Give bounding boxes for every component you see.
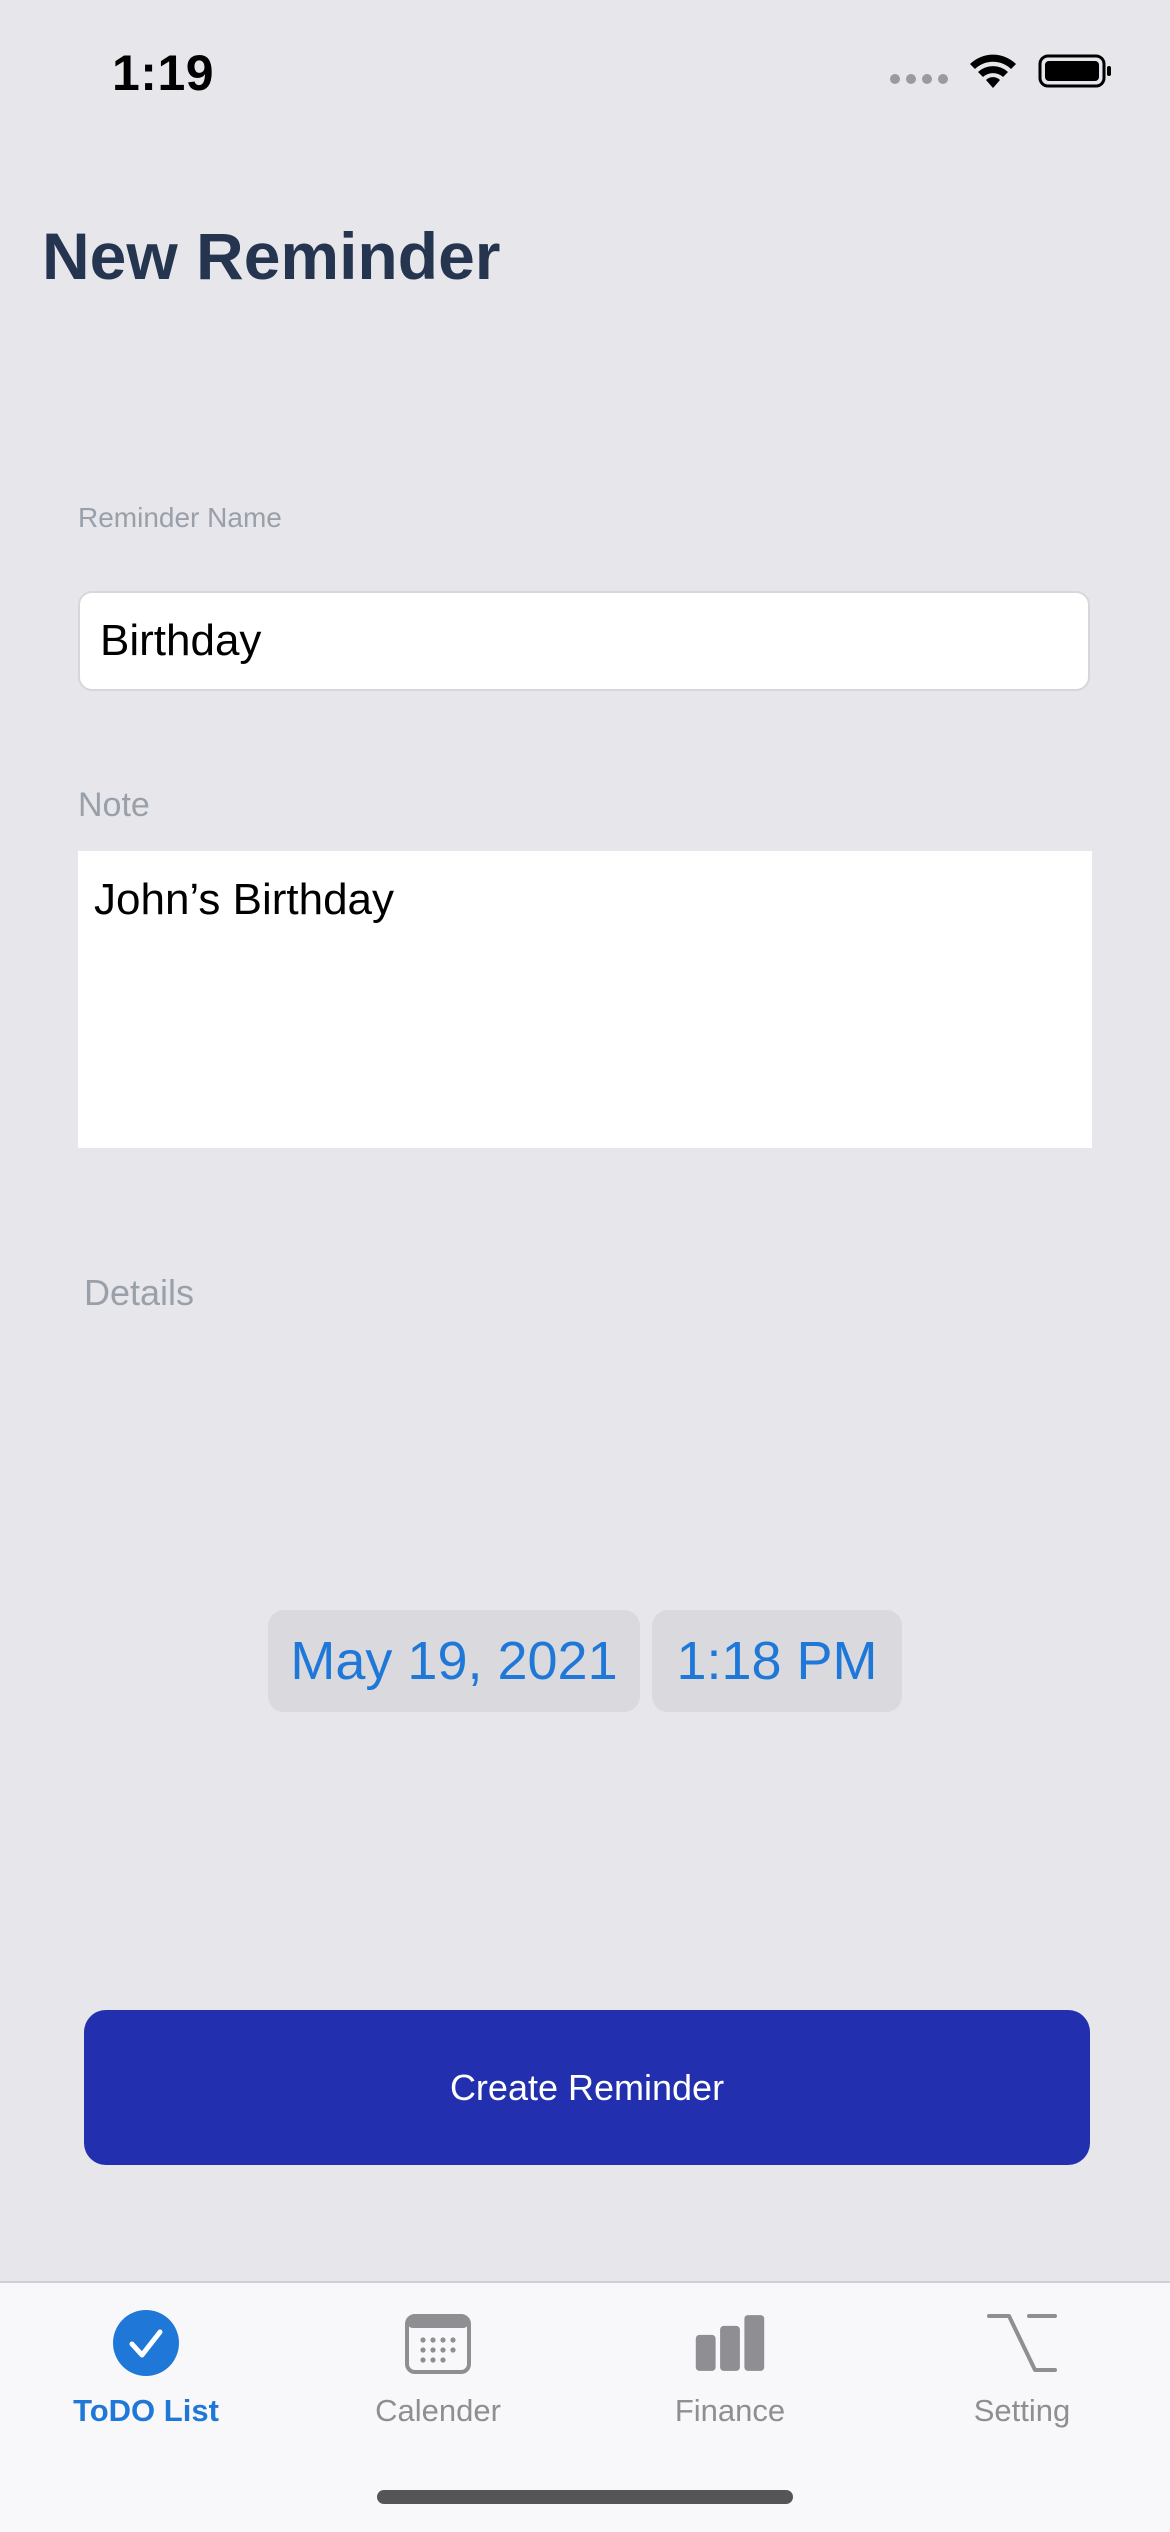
tab-finance[interactable]: Finance — [584, 2283, 876, 2483]
status-time: 1:19 — [112, 45, 215, 101]
reminder-name-input[interactable]: Birthday — [78, 591, 1090, 691]
time-picker-button[interactable]: 1:18 PM — [652, 1610, 902, 1712]
home-indicator[interactable] — [377, 2490, 793, 2504]
create-reminder-button[interactable]: Create Reminder — [84, 2010, 1090, 2165]
tab-todo-list[interactable]: ToDO List — [0, 2283, 292, 2483]
battery-icon — [1038, 54, 1111, 88]
page-title: New Reminder — [42, 219, 501, 293]
cellular-signal-icon — [890, 74, 948, 84]
tab-calender[interactable]: Calender — [292, 2283, 584, 2483]
details-label: Details — [84, 1272, 195, 1313]
bar-chart-icon — [694, 2307, 766, 2379]
tab-label: Setting — [973, 2393, 1071, 2428]
note-textarea[interactable]: John’s Birthday — [78, 851, 1092, 1148]
new-reminder-screen: 1:19 New Reminder Reminder Name Birthday… — [0, 0, 1170, 2532]
option-key-icon — [986, 2307, 1058, 2379]
tab-setting[interactable]: Setting — [876, 2283, 1168, 2483]
note-label: Note — [78, 786, 150, 824]
calendar-icon — [402, 2307, 474, 2379]
checkmark-circle-icon — [110, 2307, 182, 2379]
tab-label: Calender — [375, 2393, 501, 2428]
create-reminder-label: Create Reminder — [449, 2066, 725, 2108]
status-indicators — [890, 52, 1114, 90]
tab-label: Finance — [674, 2393, 786, 2428]
date-picker-button[interactable]: May 19, 2021 — [268, 1610, 640, 1712]
tab-bar: ToDO List Calender Finance Setting — [0, 2281, 1170, 2532]
wifi-icon — [970, 54, 1016, 88]
reminder-name-label: Reminder Name — [78, 502, 282, 533]
date-value: May 19, 2021 — [290, 1631, 618, 1691]
note-value: John’s Birthday — [94, 875, 395, 924]
reminder-name-value: Birthday — [100, 616, 262, 665]
tab-label: ToDO List — [73, 2393, 219, 2428]
time-value: 1:18 PM — [676, 1631, 878, 1691]
